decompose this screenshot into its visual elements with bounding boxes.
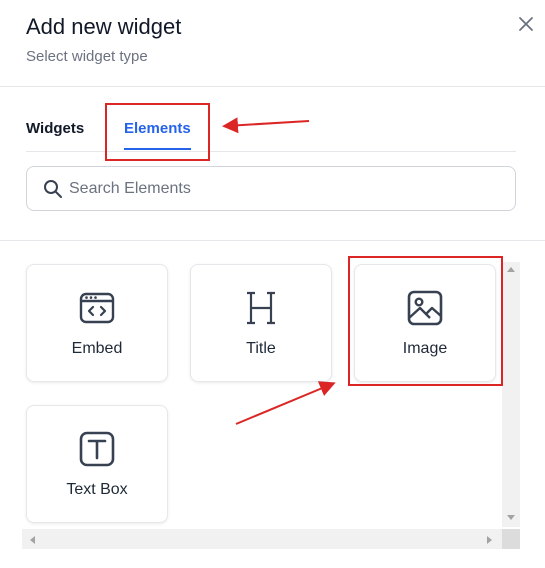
tab-widgets[interactable]: Widgets	[26, 120, 84, 137]
vertical-scrollbar[interactable]	[502, 262, 520, 527]
horizontal-scrollbar[interactable]	[22, 529, 502, 549]
close-icon	[519, 17, 533, 31]
scroll-up-icon[interactable]	[506, 265, 516, 273]
arrow-to-image-card	[235, 381, 336, 425]
dialog-title: Add new widget	[26, 14, 182, 39]
search-icon	[44, 180, 62, 198]
element-card-label: Text Box	[66, 481, 128, 498]
scroll-right-icon[interactable]	[486, 535, 494, 545]
dialog-subtitle: Select widget type	[26, 48, 148, 65]
element-card-label: Embed	[71, 340, 123, 357]
scrollbar-corner	[502, 529, 520, 549]
scroll-left-icon[interactable]	[28, 535, 36, 545]
element-card-text-box[interactable]: Text Box	[26, 405, 168, 523]
embed-icon	[79, 292, 115, 324]
element-card-embed[interactable]: Embed	[26, 264, 168, 382]
text-box-icon	[79, 431, 115, 467]
image-card-highlight	[348, 256, 503, 386]
element-card-title[interactable]: Title	[190, 264, 332, 382]
section-divider	[0, 240, 545, 241]
element-card-label: Title	[246, 340, 276, 357]
heading-icon	[247, 291, 275, 325]
close-button[interactable]	[514, 12, 538, 36]
scroll-down-icon[interactable]	[506, 514, 516, 522]
dialog-header: Add new widget Select widget type	[0, 0, 545, 87]
tab-bar: Widgets Elements	[26, 100, 516, 152]
elements-tab-highlight	[105, 103, 210, 161]
search-box[interactable]	[26, 166, 516, 211]
search-input[interactable]	[69, 177, 499, 201]
